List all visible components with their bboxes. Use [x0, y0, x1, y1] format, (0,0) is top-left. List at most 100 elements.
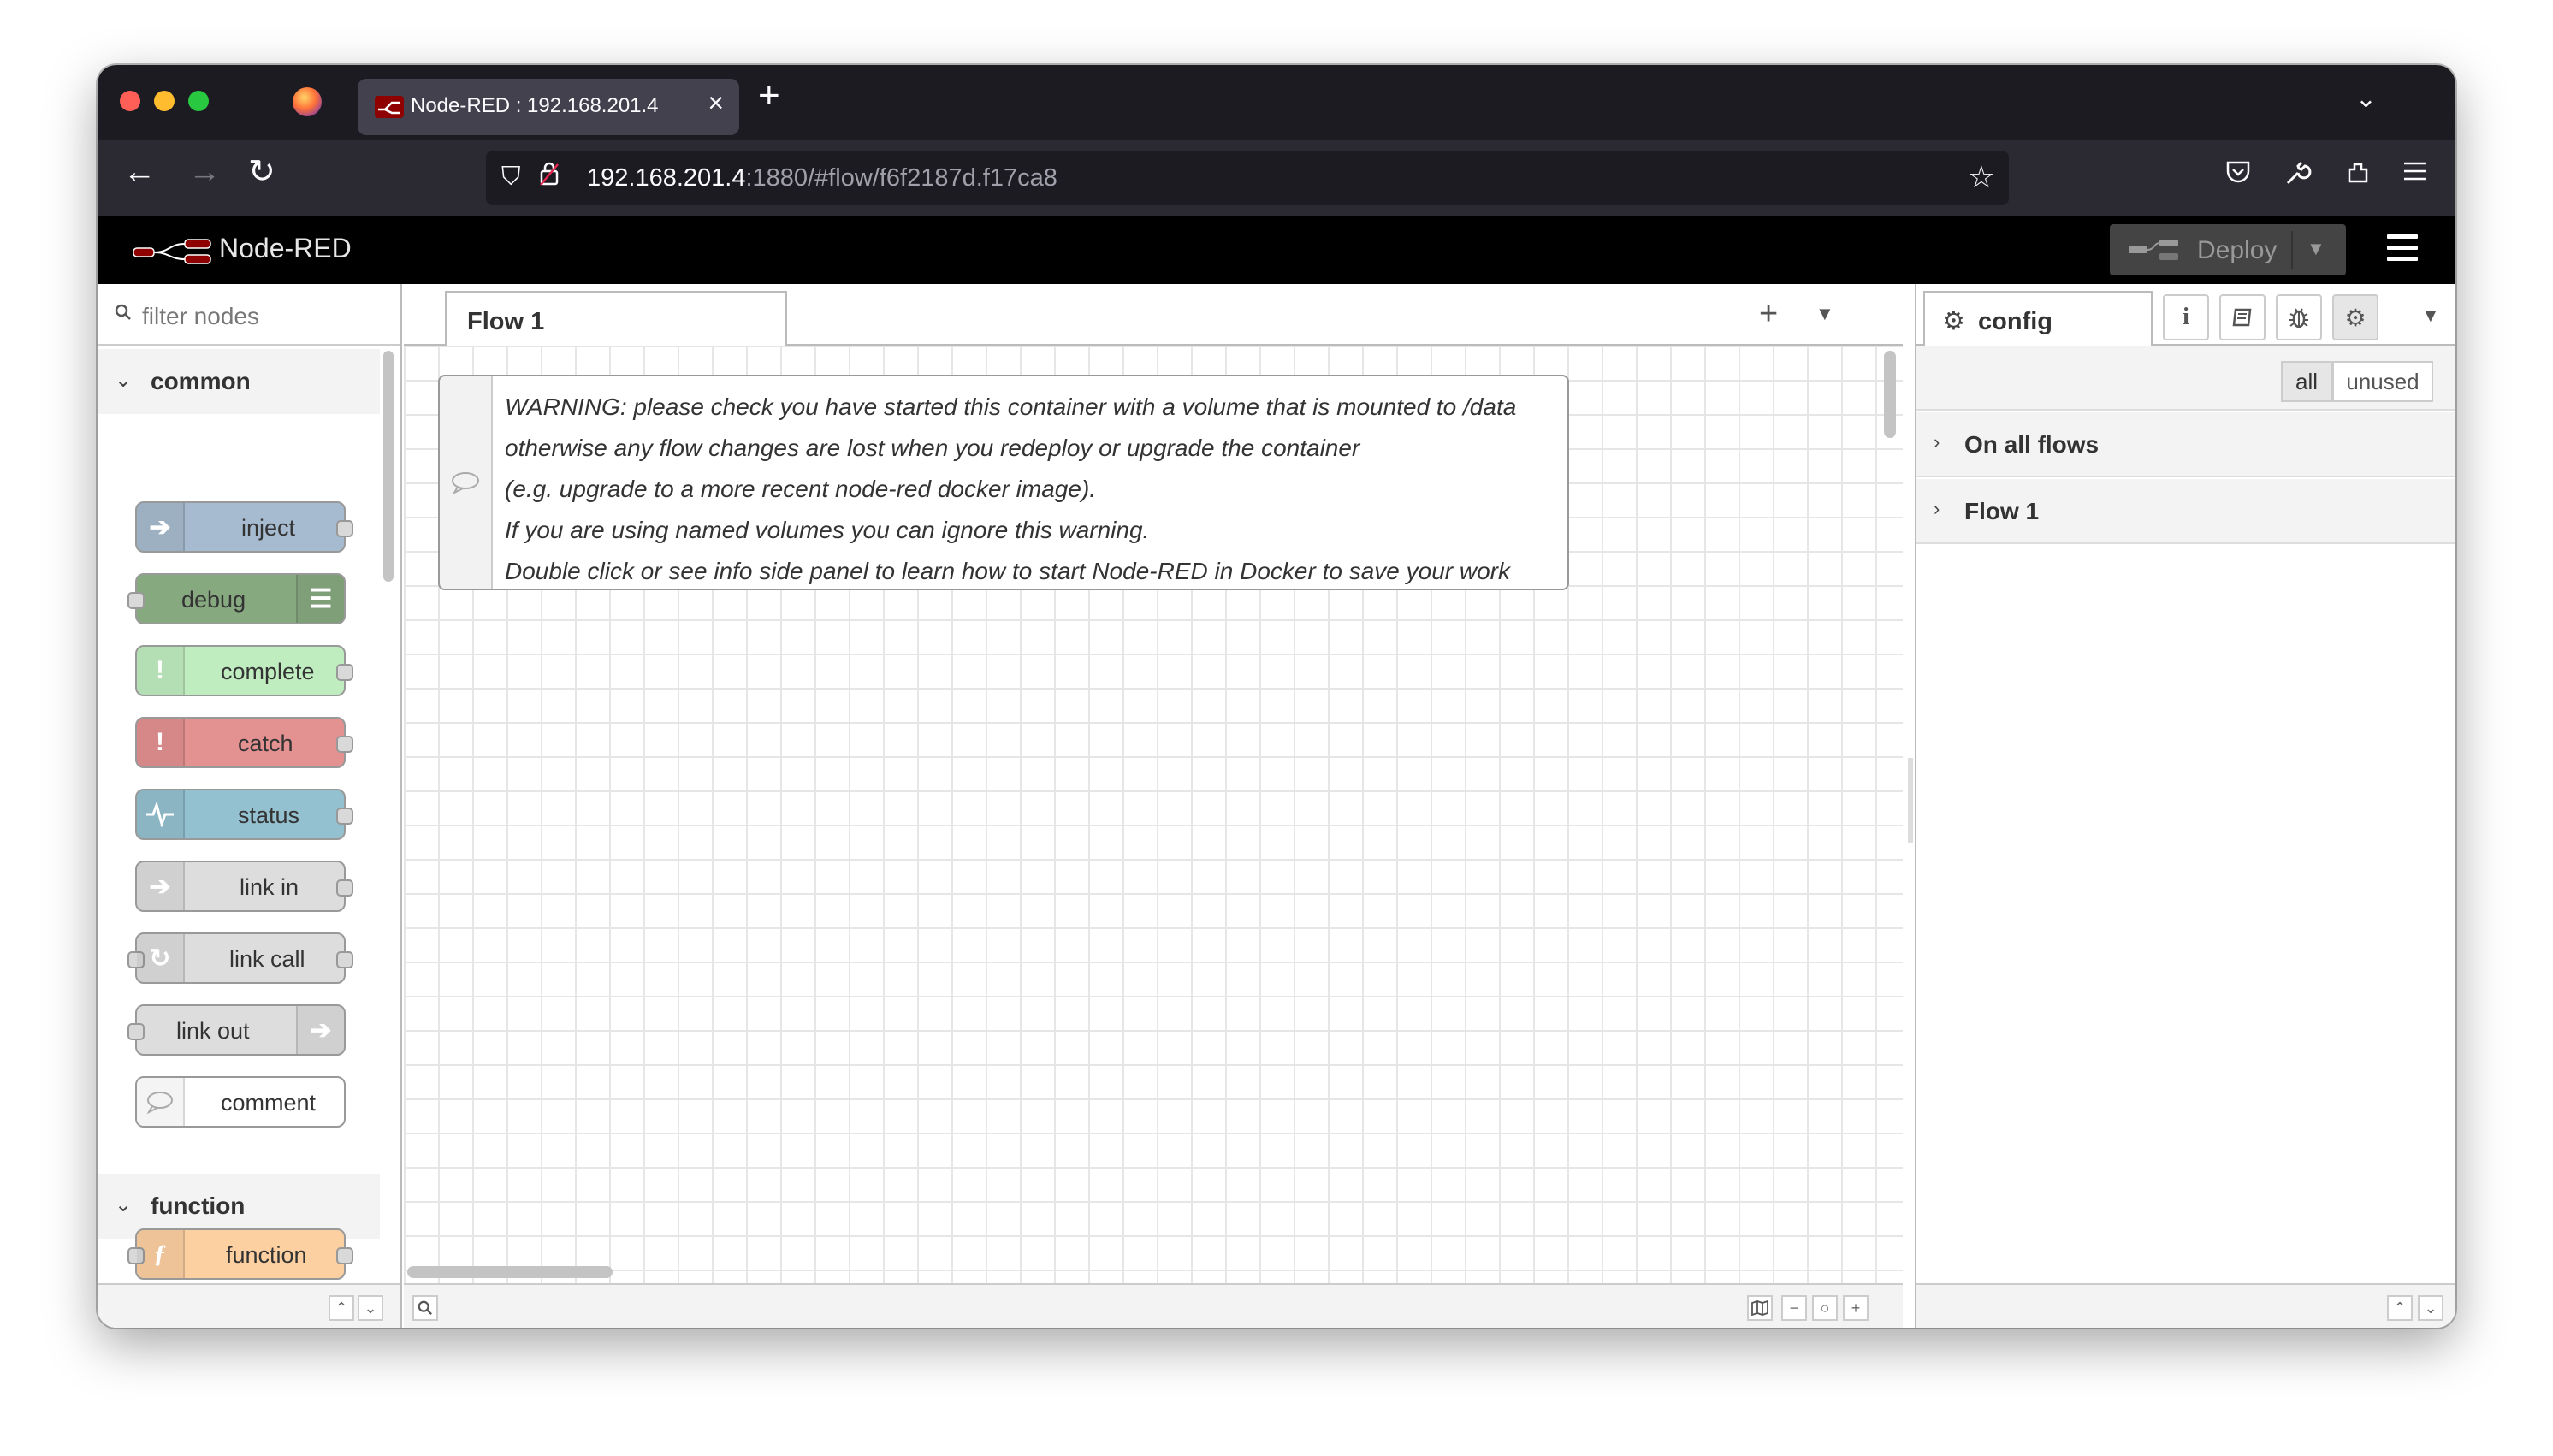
speech-bubble-icon — [452, 472, 479, 494]
new-tab-icon[interactable]: + — [758, 77, 780, 115]
url-path: :1880/#flow/f6f2187d.f17ca8 — [745, 164, 1057, 192]
deploy-label: Deploy — [2197, 236, 2278, 264]
palette-node-status[interactable]: status — [135, 789, 353, 840]
filter-unused-button[interactable]: unused — [2332, 361, 2433, 402]
url-bar[interactable]: ⛉ 192.168.201.4:1880/#flow/f6f2187d.f17c… — [486, 151, 2009, 205]
inject-arrow-icon: ➔ — [137, 503, 185, 551]
palette-node-link-out[interactable]: link out ➔ — [127, 1004, 346, 1056]
output-port[interactable] — [336, 1247, 353, 1264]
flow-list-caret-icon[interactable]: ▼ — [1816, 303, 1834, 325]
comment-icon-area — [440, 376, 493, 589]
debug-bug-icon[interactable] — [2276, 294, 2322, 340]
bookmark-star-icon[interactable]: ☆ — [1968, 159, 1995, 195]
list-all-tabs-icon[interactable]: ⌄ — [2355, 84, 2377, 114]
main-menu-icon[interactable] — [2387, 234, 2418, 262]
browser-tab[interactable]: Node-RED : 192.168.201.4 × — [358, 79, 739, 135]
exclamation-icon: ! — [137, 719, 185, 766]
comment-line: Double click or see info side panel to l… — [505, 558, 1510, 584]
app-menu-icon[interactable] — [2402, 159, 2428, 186]
pocket-icon[interactable] — [2224, 159, 2252, 189]
wrench-icon[interactable] — [2284, 159, 2312, 191]
forward-icon[interactable]: → — [188, 156, 221, 188]
sidebar-tab-bar: ⚙ config i ⚙ ▼ — [1916, 284, 2455, 347]
node-label: catch — [238, 731, 293, 756]
palette-node-debug[interactable]: debug ☰ — [127, 573, 346, 624]
reload-icon[interactable]: ↻ — [248, 156, 275, 188]
help-book-icon[interactable] — [2219, 294, 2266, 340]
palette-node-comment[interactable]: comment — [135, 1076, 346, 1128]
function-icon: ƒ — [137, 1230, 185, 1278]
comment-line: WARNING: please check you have started t… — [505, 394, 1517, 420]
filter-nodes-input[interactable]: filter nodes — [98, 284, 400, 346]
filter-all-button[interactable]: all — [2281, 361, 2332, 402]
back-icon[interactable]: ← — [123, 156, 156, 188]
output-port[interactable] — [336, 664, 353, 681]
node-label: function — [226, 1242, 307, 1268]
sidebar-menu-caret-icon[interactable]: ▼ — [2421, 305, 2440, 327]
node-red-logo-icon — [133, 239, 211, 264]
deploy-button[interactable]: Deploy ▼ — [2110, 224, 2346, 275]
output-port[interactable] — [336, 879, 353, 897]
palette-node-complete[interactable]: ! complete — [135, 645, 353, 696]
palette-node-function[interactable]: ƒ function — [127, 1228, 353, 1280]
palette-footer: ⌃ ⌄ — [98, 1283, 400, 1328]
sidebar: ⚙ config i ⚙ ▼ all unused › On all flows… — [1915, 284, 2455, 1328]
config-section-on-all-flows[interactable]: › On all flows — [1916, 412, 2455, 477]
palette-node-inject[interactable]: ➔ inject — [135, 501, 353, 553]
extensions-icon[interactable] — [2344, 159, 2372, 191]
comment-line: If you are using named volumes you can i… — [505, 517, 1150, 543]
flow-canvas[interactable]: WARNING: please check you have started t… — [404, 346, 1903, 1283]
chevron-right-icon: › — [1934, 498, 1940, 519]
tab-title: Node-RED : 192.168.201.4 — [411, 94, 659, 117]
node-palette: filter nodes ⌄ common ➔ inject debug ☰ !… — [98, 284, 402, 1328]
palette-node-catch[interactable]: ! catch — [135, 717, 353, 768]
search-icon — [115, 303, 132, 327]
expand-all-icon[interactable]: ⌄ — [358, 1295, 383, 1321]
zoom-window-button[interactable] — [188, 91, 209, 111]
debug-list-icon: ☰ — [296, 575, 344, 623]
deploy-menu-caret-icon[interactable]: ▼ — [2307, 238, 2325, 260]
palette-node-link-call[interactable]: ↻ link call — [127, 932, 353, 984]
expand-all-icon[interactable]: ⌄ — [2418, 1295, 2443, 1321]
zoom-reset-icon[interactable]: ○ — [1812, 1295, 1838, 1321]
output-port[interactable] — [336, 951, 353, 968]
info-icon[interactable]: i — [2163, 294, 2209, 340]
lock-icon[interactable] — [539, 161, 560, 193]
tab-config[interactable]: ⚙ config — [1923, 291, 2153, 347]
palette-scrollbar[interactable] — [383, 351, 394, 582]
zoom-out-icon[interactable]: − — [1781, 1295, 1807, 1321]
config-tab-label: config — [1978, 308, 2052, 335]
add-flow-icon[interactable]: + — [1759, 296, 1778, 333]
output-port[interactable] — [336, 520, 353, 537]
close-window-button[interactable] — [120, 91, 140, 111]
collapse-all-icon[interactable]: ⌃ — [329, 1295, 354, 1321]
tab-close-icon[interactable]: × — [708, 89, 724, 116]
node-label: link call — [229, 946, 305, 972]
collapse-all-icon[interactable]: ⌃ — [2387, 1295, 2413, 1321]
tracking-shield-icon[interactable]: ⛉ — [501, 163, 521, 192]
input-port[interactable] — [127, 592, 145, 609]
pulse-icon — [137, 790, 185, 838]
tab-flow-1[interactable]: Flow 1 — [445, 291, 787, 347]
config-gear-icon[interactable]: ⚙ — [2332, 294, 2378, 340]
input-port[interactable] — [127, 1023, 145, 1040]
chevron-down-icon: ⌄ — [115, 1193, 133, 1216]
canvas-vertical-scrollbar[interactable] — [1884, 351, 1896, 438]
palette-node-link-in[interactable]: ➔ link in — [135, 861, 353, 912]
warning-comment-node[interactable]: WARNING: please check you have started t… — [438, 375, 1569, 590]
canvas-horizontal-scrollbar[interactable] — [407, 1266, 613, 1278]
flow-workspace: Flow 1 + ▼ WARNING: please check you hav… — [404, 284, 1903, 1328]
config-section-flow-1[interactable]: › Flow 1 — [1916, 479, 2455, 544]
zoom-in-icon[interactable]: + — [1843, 1295, 1869, 1321]
sidebar-splitter-handle[interactable] — [1908, 758, 1913, 843]
navigator-map-icon[interactable] — [1747, 1295, 1773, 1321]
node-label: debug — [181, 587, 246, 613]
minimize-window-button[interactable] — [154, 91, 175, 111]
node-label: link out — [176, 1018, 250, 1044]
palette-category-common[interactable]: ⌄ common — [98, 349, 380, 414]
output-port[interactable] — [336, 736, 353, 753]
link-in-arrow-icon: ➔ — [137, 862, 185, 910]
node-label: link in — [240, 874, 299, 900]
search-icon[interactable] — [412, 1295, 438, 1321]
output-port[interactable] — [336, 808, 353, 825]
